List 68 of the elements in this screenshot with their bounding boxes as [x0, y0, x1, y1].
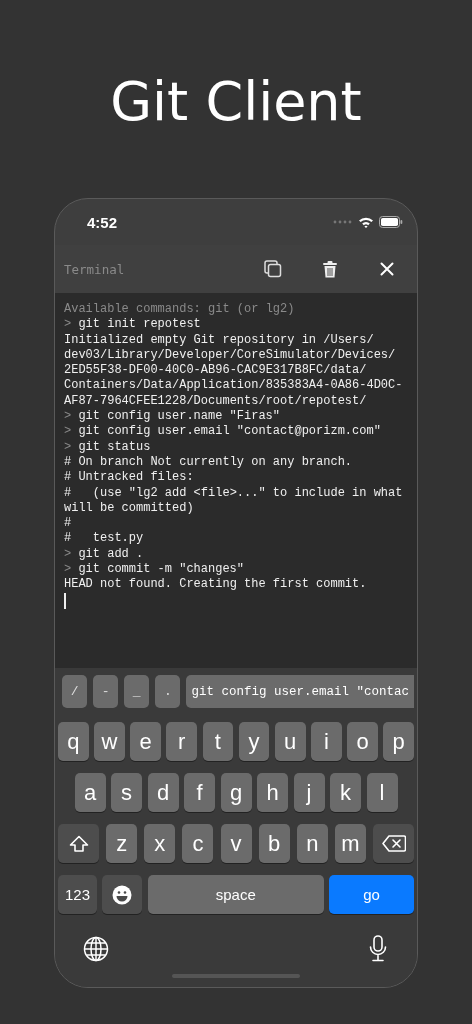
terminal-line: > git init repotest	[64, 317, 201, 333]
terminal-line: Available commands: git (or lg2)	[64, 302, 295, 318]
terminal-line: # Untracked files:	[64, 470, 194, 486]
terminal-line: #	[64, 516, 72, 532]
terminal-line: > git add .	[64, 546, 144, 563]
space-bar[interactable]: space	[147, 875, 324, 914]
letter-key[interactable]: m	[334, 824, 366, 863]
toolbar-title: Terminal	[64, 261, 126, 277]
letter-key[interactable]: h	[257, 773, 288, 812]
emoji-key[interactable]	[102, 875, 143, 914]
letter-key[interactable]: z	[106, 824, 138, 863]
letter-key[interactable]: y	[238, 722, 270, 761]
terminal-line: # test.py	[64, 531, 144, 547]
letter-key[interactable]: s	[111, 773, 142, 812]
letter-key[interactable]: t	[202, 722, 234, 761]
go-button[interactable]: go	[329, 875, 414, 914]
terminal-line: # (use "lg2 add <file>..." to include in what	[64, 485, 403, 501]
letter-key[interactable]: w	[94, 722, 125, 761]
terminal-line: dev03/Library/Developer/CoreSimulator/Devices/	[64, 347, 396, 364]
letter-key[interactable]: b	[258, 824, 290, 863]
terminal-line: Initialized empty Git repository in /Users/	[64, 332, 374, 348]
letter-key[interactable]: l	[366, 773, 398, 812]
terminal-line: > git config user.name "Firas"	[64, 409, 281, 425]
letter-key[interactable]: j	[293, 773, 325, 812]
terminal-line: > git config user.email "contact@porizm.com"	[64, 424, 381, 440]
letter-key[interactable]: v	[220, 824, 252, 863]
terminal-line: HEAD not found. Creating the first commit.	[64, 577, 367, 593]
shift-icon	[68, 834, 89, 853]
letter-key[interactable]: q	[57, 722, 89, 761]
wifi-icon	[358, 216, 374, 228]
signal-icon	[333, 220, 353, 224]
letter-key[interactable]: c	[182, 824, 214, 863]
terminal-line: Containers/Data/Application/835383A4-0A86-4D0C-	[64, 378, 403, 394]
letter-key[interactable]: f	[184, 773, 215, 812]
terminal-line: > git status	[64, 439, 151, 455]
numbers-key[interactable]: 123	[58, 875, 97, 914]
letter-key[interactable]: o	[347, 722, 378, 761]
terminal-line: # On branch Not currently on any branch.	[64, 454, 353, 471]
letter-key[interactable]: p	[383, 722, 415, 761]
letter-key[interactable]: r	[166, 722, 198, 761]
terminal-line: will be committed)	[64, 500, 194, 517]
letter-key[interactable]: e	[130, 722, 161, 761]
battery-icon	[379, 216, 403, 228]
terminal-line: AF87-7964CFEE1228/Documents/root/repotest/	[64, 393, 367, 410]
terminal-line: > git commit -m "changes"	[64, 562, 245, 578]
letter-key[interactable]: g	[220, 773, 252, 812]
letter-key[interactable]: i	[311, 722, 342, 761]
text-cursor	[64, 592, 66, 609]
smiley-icon	[112, 884, 133, 905]
symbol-key[interactable]: -	[93, 675, 119, 708]
symbol-key[interactable]: /	[62, 675, 88, 708]
letter-key[interactable]: k	[330, 773, 361, 812]
letter-key[interactable]: u	[274, 722, 306, 761]
app-title: Git Client	[110, 69, 362, 135]
letter-key[interactable]: x	[144, 824, 176, 863]
terminal-line: 2ED55F38-DF00-40C0-AB96-CAC9E317B8FC/data/	[64, 363, 367, 379]
backspace-icon	[381, 835, 406, 852]
symbol-key[interactable]: .	[155, 675, 181, 708]
letter-key[interactable]: a	[74, 773, 106, 812]
command-suggestion[interactable]: git config user.email "contac	[186, 675, 414, 708]
letter-key[interactable]: d	[147, 773, 179, 812]
microphone-icon[interactable]	[369, 935, 387, 962]
backspace-key[interactable]	[373, 824, 414, 863]
status-time: 4:52	[87, 213, 118, 231]
shift-key[interactable]	[58, 824, 99, 863]
symbol-key[interactable]: _	[124, 675, 150, 708]
letter-key[interactable]: n	[296, 824, 328, 863]
globe-icon[interactable]	[83, 935, 109, 962]
